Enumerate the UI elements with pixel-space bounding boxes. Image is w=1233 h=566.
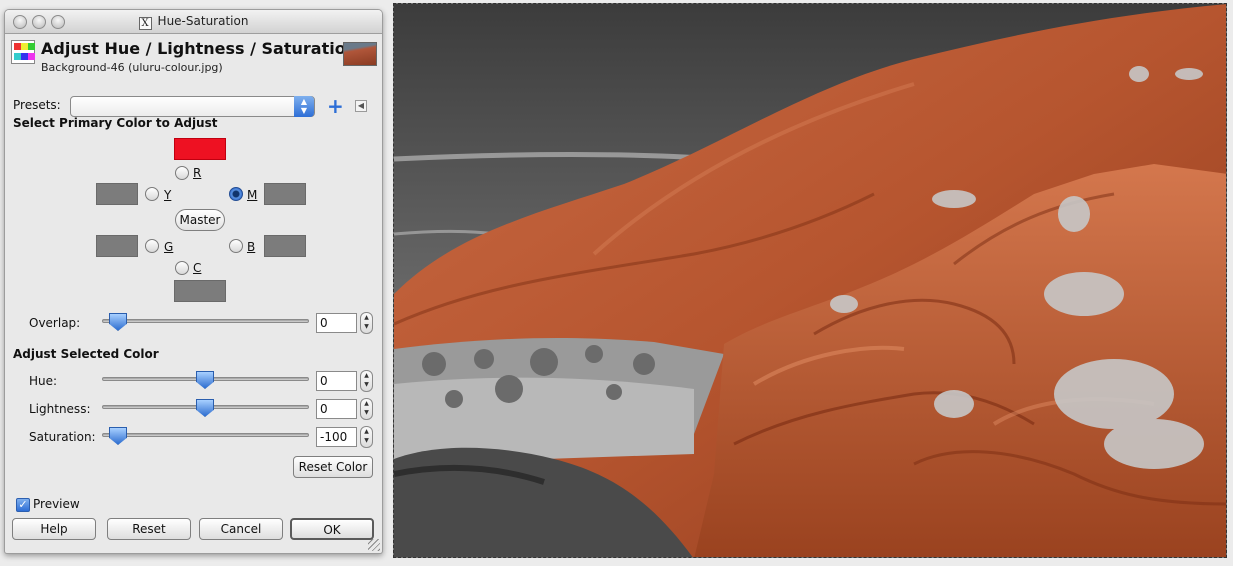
presets-combo[interactable]: ▲ ▼: [70, 96, 315, 117]
hue-slider-thumb[interactable]: [196, 371, 214, 389]
blue-swatch: [264, 235, 306, 257]
overlap-slider-thumb[interactable]: [109, 313, 127, 331]
preset-menu-icon[interactable]: ◀: [355, 100, 367, 112]
radio-c[interactable]: [175, 261, 189, 275]
green-swatch: [96, 235, 138, 257]
radio-m-label: M: [247, 188, 258, 202]
radio-g-label: G: [164, 240, 174, 254]
image-canvas[interactable]: [393, 3, 1227, 558]
help-button[interactable]: Help: [12, 518, 96, 540]
radio-b-label: B: [247, 240, 256, 254]
radio-r-label: R: [193, 166, 202, 180]
magenta-swatch: [264, 183, 306, 205]
image-thumbnail: [343, 42, 377, 66]
lightness-label: Lightness:: [29, 402, 91, 416]
reset-button[interactable]: Reset: [107, 518, 191, 540]
red-swatch: [174, 138, 226, 160]
dialog-header: Adjust Hue / Lightness / Saturation Back…: [11, 38, 377, 76]
uluru-photo: [394, 4, 1226, 557]
saturation-label: Saturation:: [29, 430, 96, 444]
radio-m[interactable]: [229, 187, 243, 201]
saturation-slider-thumb[interactable]: [109, 427, 127, 445]
lightness-slider-thumb[interactable]: [196, 399, 214, 417]
yellow-swatch: [96, 183, 138, 205]
add-preset-icon[interactable]: +: [327, 96, 344, 116]
preview-label: Preview: [33, 497, 80, 511]
hue-saturation-icon: [11, 40, 35, 64]
title-bar[interactable]: X Hue-Saturation: [5, 10, 382, 34]
hue-label: Hue:: [29, 374, 58, 388]
overlap-label: Overlap:: [29, 316, 81, 330]
overlap-slider[interactable]: [102, 319, 309, 323]
reset-color-button[interactable]: Reset Color: [293, 456, 373, 478]
adjust-color-heading: Adjust Selected Color: [13, 347, 159, 361]
window-title: X Hue-Saturation: [5, 14, 382, 30]
hue-saturation-dialog: X Hue-Saturation Adjust Hue / Lightness /…: [4, 9, 383, 554]
radio-b[interactable]: [229, 239, 243, 253]
cancel-button[interactable]: Cancel: [199, 518, 283, 540]
overlap-input[interactable]: 0: [316, 313, 357, 333]
lightness-spin-button[interactable]: ▲ ▼: [360, 398, 373, 420]
radio-c-label: C: [193, 261, 202, 275]
radio-g[interactable]: [145, 239, 159, 253]
ok-button[interactable]: OK: [290, 518, 374, 540]
combo-arrow-icon[interactable]: ▲ ▼: [294, 96, 314, 117]
image-name: Background-46 (uluru-colour.jpg): [41, 61, 223, 74]
primary-color-heading: Select Primary Color to Adjust: [13, 116, 218, 130]
hue-input[interactable]: 0: [316, 371, 357, 391]
radio-r[interactable]: [175, 166, 189, 180]
hue-spin-button[interactable]: ▲ ▼: [360, 370, 373, 392]
preview-checkbox[interactable]: ✓: [16, 498, 30, 512]
resize-grip-icon[interactable]: [368, 539, 380, 551]
x11-icon: X: [138, 17, 152, 30]
saturation-slider[interactable]: [102, 433, 309, 437]
radio-y-label: Y: [164, 188, 172, 202]
radio-y[interactable]: [145, 187, 159, 201]
dialog-heading: Adjust Hue / Lightness / Saturation: [41, 39, 358, 58]
presets-label: Presets:: [13, 98, 61, 112]
cyan-swatch: [174, 280, 226, 302]
lightness-input[interactable]: 0: [316, 399, 357, 419]
saturation-input[interactable]: -100: [316, 427, 357, 447]
overlap-spin-button[interactable]: ▲ ▼: [360, 312, 373, 334]
saturation-spin-button[interactable]: ▲ ▼: [360, 426, 373, 448]
master-button[interactable]: Master: [175, 209, 225, 231]
